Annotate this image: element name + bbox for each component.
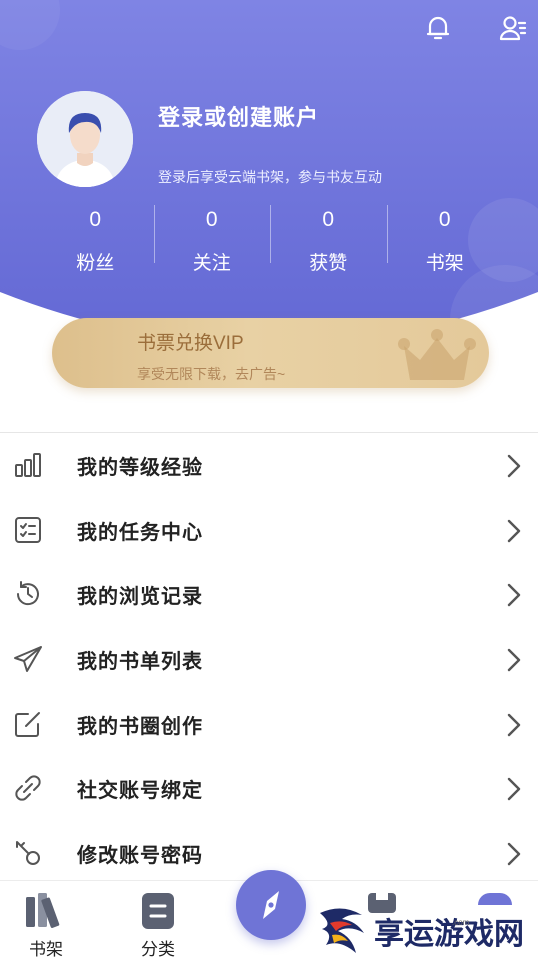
stat-value: 0 [205, 208, 218, 231]
chevron-right-icon [507, 778, 521, 801]
category-icon [142, 893, 174, 929]
avatar[interactable] [37, 91, 133, 187]
menu-item-tasks[interactable]: 我的任务中心 [0, 498, 538, 563]
paper-plane-icon [12, 643, 44, 675]
menu-item-creation[interactable]: 我的书圈创作 [0, 692, 538, 757]
menu-item-label: 修改账号密码 [77, 844, 203, 867]
login-subtitle: 登录后享受云端书架，参与书友互动 [158, 169, 382, 185]
stat-value: 0 [322, 208, 335, 231]
login-title[interactable]: 登录或创建账户 [158, 100, 319, 132]
chevron-right-icon [507, 648, 521, 672]
tab-bookshelf[interactable]: 书架 [26, 893, 66, 960]
default-avatar-icon [37, 91, 133, 187]
stats-row: 0 粉丝 0 关注 0 获赞 0 书架 [37, 205, 503, 285]
menu-item-label: 我的等级经验 [77, 456, 203, 479]
tab-label: 分类 [141, 940, 175, 959]
profile-header: 登录或创建账户 登录后享受云端书架，参与书友互动 0 粉丝 0 关注 0 获赞 … [0, 0, 538, 430]
stat-value: 0 [438, 208, 451, 231]
menu-list: 我的等级经验 我的任务中心 我的浏览记录 我的书单列表 我的书圈创作 社交账号绑… [0, 432, 538, 886]
history-icon [12, 578, 44, 610]
bar-chart-icon [12, 449, 44, 481]
watermark: 享运游戏网 .com [312, 900, 538, 962]
books-icon [26, 893, 60, 928]
key-icon [12, 837, 44, 869]
vip-exchange-banner[interactable]: 书票兑换VIP 享受无限下载，去广告~ [52, 318, 489, 388]
stat-label: 关注 [192, 253, 231, 274]
menu-item-label: 我的任务中心 [77, 521, 203, 544]
compass-icon [263, 891, 279, 919]
watermark-text: 享运游戏网 [374, 917, 524, 952]
notification-bell-icon[interactable] [422, 12, 454, 44]
chevron-right-icon [507, 519, 521, 542]
vip-subtitle: 享受无限下载，去广告~ [137, 366, 286, 382]
chevron-right-icon [507, 842, 521, 866]
menu-item-label: 我的浏览记录 [77, 586, 203, 609]
stat-label: 书架 [425, 253, 464, 274]
stat-followers[interactable]: 0 粉丝 [37, 205, 154, 285]
menu-item-social-binding[interactable]: 社交账号绑定 [0, 756, 538, 821]
stat-label: 获赞 [309, 253, 348, 274]
user-settings-icon[interactable] [497, 12, 529, 44]
menu-item-label: 我的书单列表 [77, 650, 203, 673]
vip-title: 书票兑换VIP [137, 333, 244, 354]
link-icon [12, 772, 44, 804]
stat-value: 0 [89, 208, 102, 231]
crown-icon [398, 329, 476, 380]
chevron-right-icon [507, 713, 521, 736]
watermark-domain: .com [452, 918, 470, 927]
menu-item-label: 我的书圈创作 [77, 715, 203, 738]
menu-item-history[interactable]: 我的浏览记录 [0, 562, 538, 627]
discover-compass-button[interactable] [236, 870, 306, 940]
tab-label: 书架 [29, 940, 63, 959]
stat-likes[interactable]: 0 获赞 [270, 205, 387, 285]
watermark-logo-icon [320, 908, 364, 953]
stat-label: 粉丝 [76, 253, 115, 274]
menu-item-label: 社交账号绑定 [77, 780, 203, 803]
stat-bookshelf[interactable]: 0 书架 [386, 205, 504, 285]
tab-category[interactable]: 分类 [140, 893, 176, 960]
stat-following[interactable]: 0 关注 [153, 205, 271, 285]
chevron-right-icon [507, 584, 521, 607]
menu-item-level[interactable]: 我的等级经验 [0, 433, 538, 498]
chevron-right-icon [507, 454, 521, 478]
menu-item-booklist[interactable]: 我的书单列表 [0, 627, 538, 692]
edit-icon [12, 708, 44, 740]
task-list-icon [12, 514, 44, 546]
